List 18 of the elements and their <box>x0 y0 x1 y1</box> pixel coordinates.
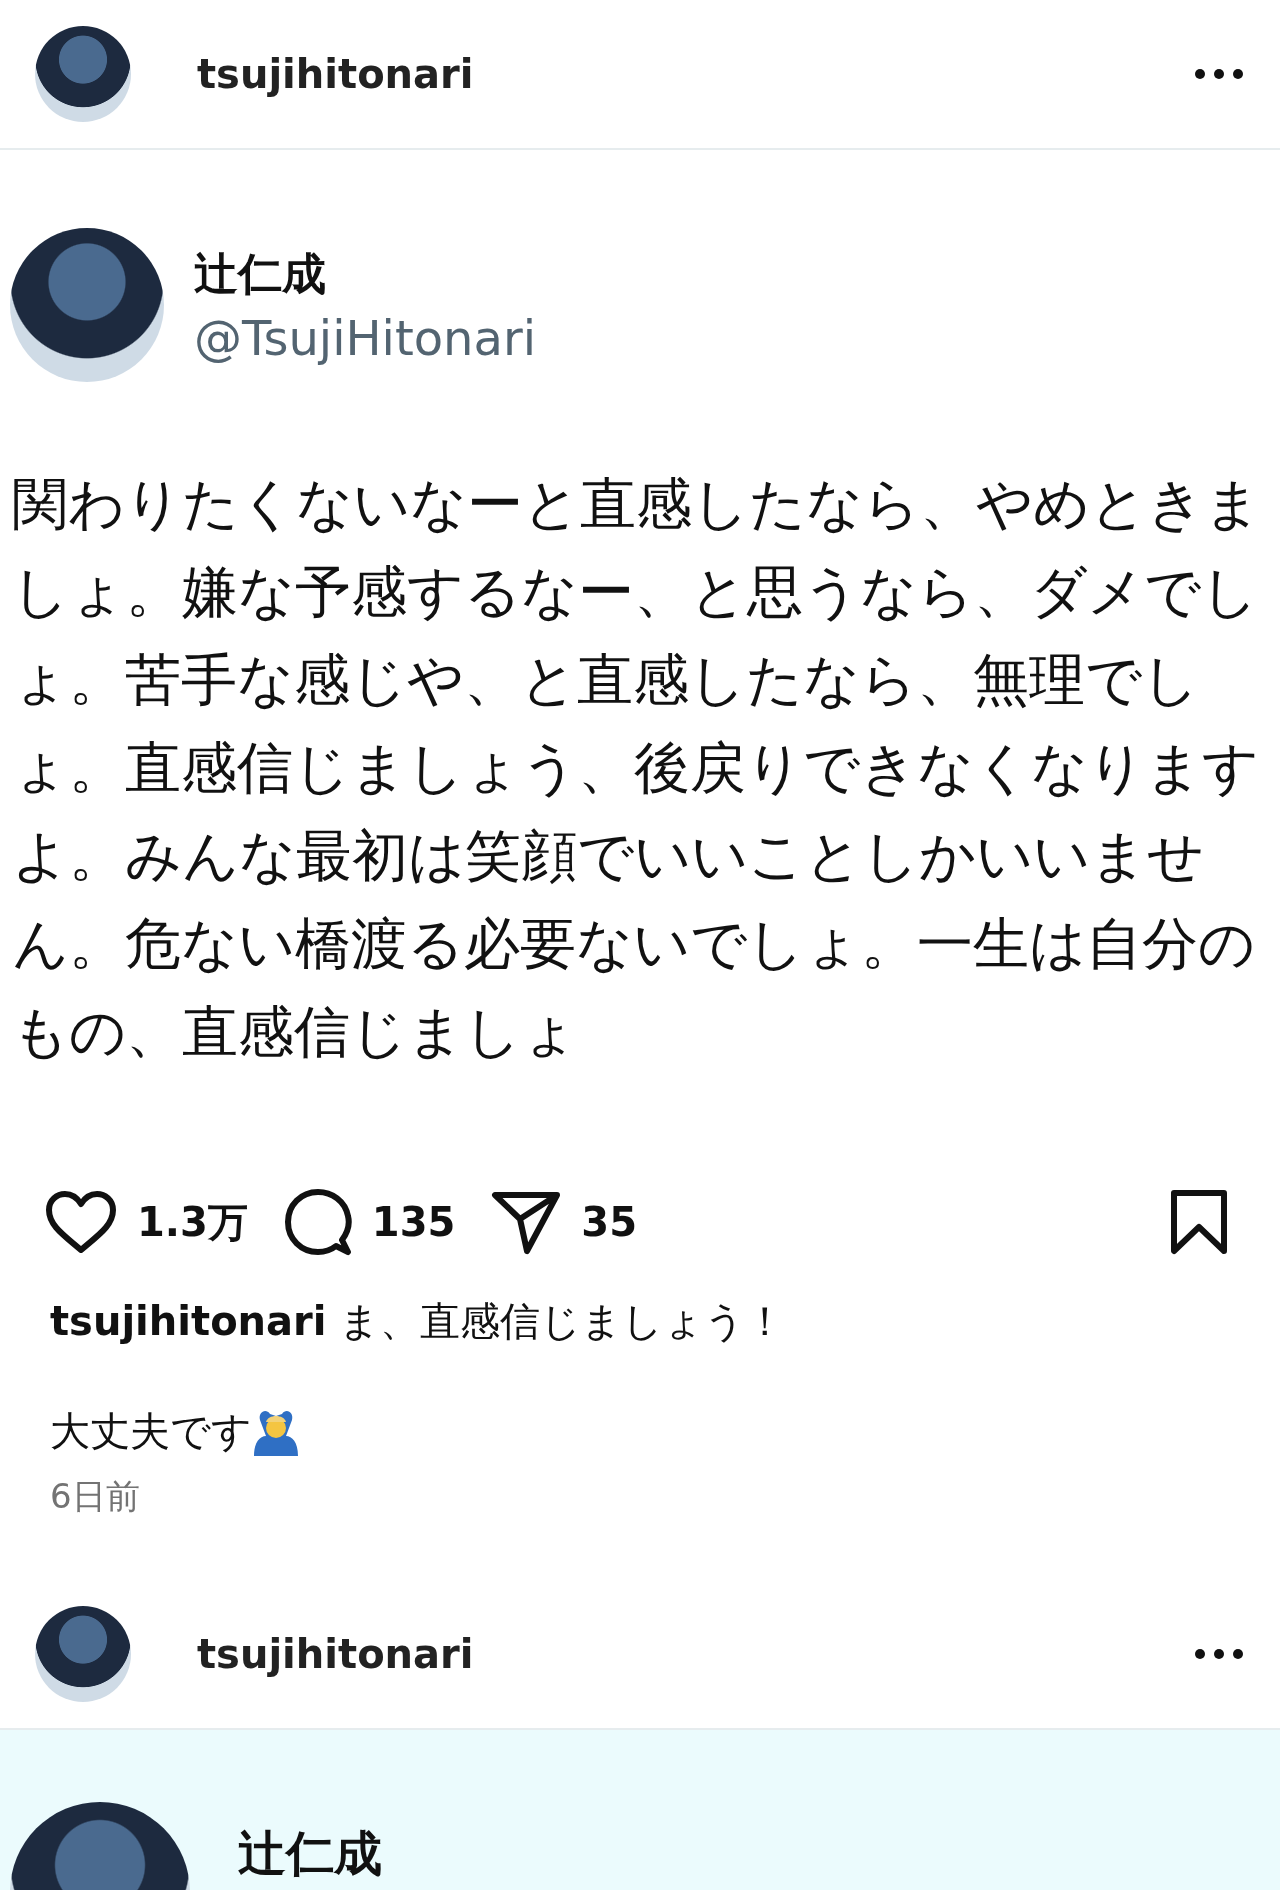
tweet-text: 関わりたくないなーと直感したなら、やめときましょ。嫌な予感するなー、と思うなら、ダメでしょ。苦手な感じや、と直感したなら、無理でしょ。直感信じましょう、後戻りできなくなりますよ。みんな最初は笑顔でいいことしかいいません。危ない橋渡る必要ないでしょ。一生は自分のもの、直感信じましょ <box>12 470 1262 1066</box>
share-count: 35 <box>581 1199 638 1245</box>
more-options-icon[interactable] <box>1194 68 1244 80</box>
username[interactable]: tsujihitonari <box>197 51 474 97</box>
timestamp: 6日前 <box>50 1475 141 1518</box>
bookmark-icon[interactable] <box>1170 1189 1228 1255</box>
display-name: 辻仁成 <box>238 1824 382 1883</box>
username[interactable]: tsujihitonari <box>197 1631 474 1677</box>
display-name: 辻仁成 <box>194 246 327 301</box>
more-options-icon[interactable] <box>1194 1648 1244 1660</box>
user-handle: @TsujiHitonari <box>194 309 536 366</box>
heart-icon[interactable] <box>45 1190 117 1254</box>
comment-count: 135 <box>371 1199 456 1245</box>
send-icon[interactable] <box>491 1189 562 1255</box>
caption-text: 大丈夫です <box>50 1407 252 1456</box>
like-count: 1.3万 <box>137 1197 248 1247</box>
comment-icon[interactable] <box>283 1188 352 1256</box>
caption-text: tsujihitonari ま、直感信じましょう！ <box>50 1297 787 1346</box>
